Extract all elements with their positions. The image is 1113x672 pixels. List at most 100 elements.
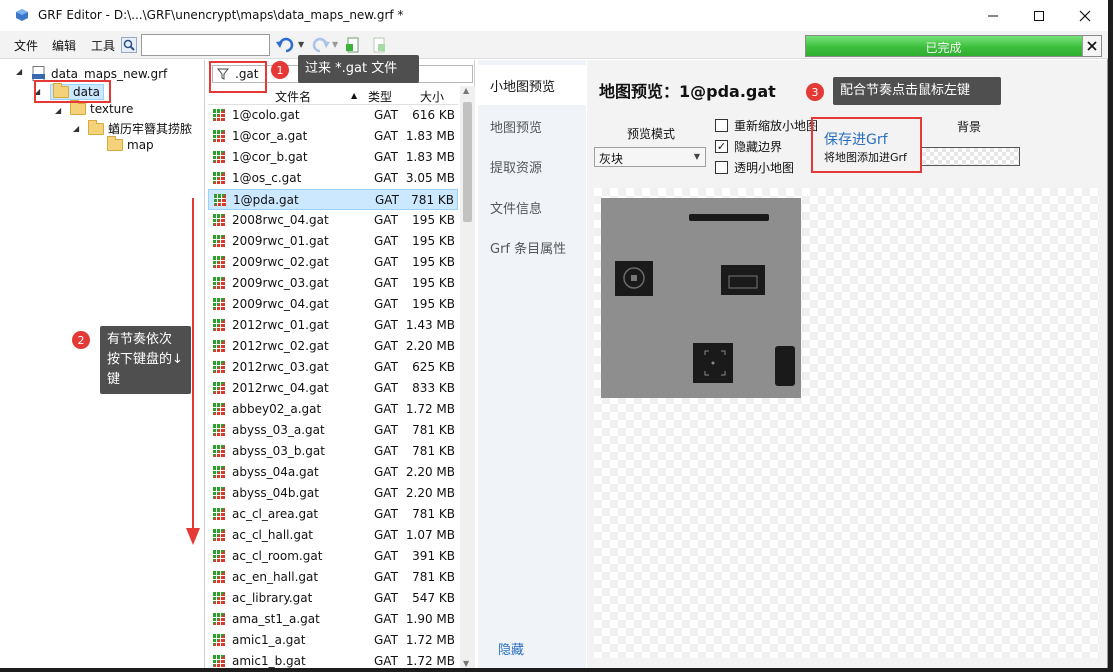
- file-type: GAT: [374, 318, 398, 332]
- annotation-callout-1: 过来 *.gat 文件: [298, 55, 419, 83]
- checkbox[interactable]: [715, 119, 728, 132]
- file-size: 195 KB: [412, 234, 455, 248]
- option-label: 透明小地图: [734, 161, 795, 175]
- undo-icon[interactable]: [276, 37, 296, 54]
- file-name: 1@pda.gat: [233, 193, 299, 207]
- file-row[interactable]: 1@colo.gat GAT 616 KB: [208, 105, 458, 126]
- file-row[interactable]: abyss_03_a.gat GAT 781 KB: [208, 420, 458, 441]
- maximize-button[interactable]: [1016, 0, 1062, 31]
- file-name: 2012rwc_02.gat: [232, 339, 329, 353]
- option-rescale-minimap[interactable]: 重新缩放小地图: [715, 117, 818, 134]
- file-row[interactable]: 2012rwc_04.gat GAT 833 KB: [208, 378, 458, 399]
- menu-edit[interactable]: 编辑: [52, 37, 76, 54]
- file-type: GAT: [374, 444, 398, 458]
- progress-close-button[interactable]: [1082, 36, 1101, 56]
- file-list-panel: .gat 文件名 ▲ 类型 大小 1@colo.gat GAT 616 KB 1@co…: [208, 60, 475, 668]
- menu-file[interactable]: 文件: [14, 37, 38, 54]
- file-row[interactable]: ac_cl_hall.gat GAT 1.07 MB: [208, 525, 458, 546]
- file-name: ama_st1_a.gat: [232, 612, 320, 626]
- file-row[interactable]: 2012rwc_03.gat GAT 625 KB: [208, 357, 458, 378]
- file-row[interactable]: amic1_a.gat GAT 1.72 MB: [208, 630, 458, 651]
- scrollbar-thumb[interactable]: [463, 102, 472, 222]
- file-type: GAT: [374, 381, 398, 395]
- collapse-icon[interactable]: ◢: [16, 67, 22, 76]
- close-button[interactable]: [1062, 0, 1108, 31]
- tab-grf-entry-properties[interactable]: Grf 条目属性: [478, 227, 586, 267]
- scroll-down-icon[interactable]: ▼: [463, 659, 469, 668]
- option-hide-border[interactable]: ✓ 隐藏边界: [715, 138, 782, 155]
- redo-icon[interactable]: [310, 37, 330, 54]
- folder-icon: [107, 136, 123, 151]
- collapse-icon[interactable]: ◢: [55, 106, 61, 115]
- undo-dropdown-icon[interactable]: ▼: [298, 40, 304, 49]
- file-row[interactable]: ac_cl_area.gat GAT 781 KB: [208, 504, 458, 525]
- file-type: GAT: [374, 276, 398, 290]
- tab-minimap-preview[interactable]: 小地图预览: [478, 65, 586, 105]
- column-name[interactable]: 文件名: [275, 88, 311, 105]
- annotation-badge-1: 1: [271, 61, 289, 79]
- file-row[interactable]: ac_en_hall.gat GAT 781 KB: [208, 567, 458, 588]
- title-bar: GRF Editor - D:\...\GRF\unencrypt\maps\d…: [0, 0, 1108, 31]
- search-icon[interactable]: [121, 37, 137, 53]
- file-type: GAT: [374, 465, 398, 479]
- minimize-button[interactable]: [970, 0, 1016, 31]
- add-file-icon[interactable]: [346, 37, 360, 54]
- tab-file-info[interactable]: 文件信息: [478, 187, 586, 227]
- checkbox[interactable]: [715, 161, 728, 174]
- file-row[interactable]: 2012rwc_02.gat GAT 2.20 MB: [208, 336, 458, 357]
- gat-file-icon: [213, 298, 225, 310]
- file-row[interactable]: 2009rwc_04.gat GAT 195 KB: [208, 294, 458, 315]
- gat-file-icon: [213, 382, 225, 394]
- menu-tools[interactable]: 工具: [91, 37, 115, 54]
- file-row[interactable]: 2009rwc_03.gat GAT 195 KB: [208, 273, 458, 294]
- gat-file-icon: [213, 340, 225, 352]
- collapse-icon[interactable]: ◢: [73, 124, 79, 133]
- file-row[interactable]: 2009rwc_01.gat GAT 195 KB: [208, 231, 458, 252]
- file-row[interactable]: 1@pda.gat GAT 781 KB: [208, 189, 458, 210]
- option-transparent-minimap[interactable]: 透明小地图: [715, 159, 794, 176]
- file-name: ac_en_hall.gat: [232, 570, 319, 584]
- gat-file-icon: [213, 214, 225, 226]
- file-row[interactable]: abyss_04a.gat GAT 2.20 MB: [208, 462, 458, 483]
- tree-item-folder[interactable]: 蝤历牢簪其捞脓: [88, 119, 192, 137]
- file-row[interactable]: 1@os_c.gat GAT 3.05 MB: [208, 168, 458, 189]
- file-row[interactable]: abyss_03_b.gat GAT 781 KB: [208, 441, 458, 462]
- scroll-up-icon[interactable]: ▲: [463, 86, 469, 95]
- file-name: abbey02_a.gat: [232, 402, 322, 416]
- file-type: GAT: [374, 255, 398, 269]
- file-row[interactable]: 1@cor_b.gat GAT 1.83 MB: [208, 147, 458, 168]
- preview-mode-select[interactable]: 灰块 ▼: [594, 147, 706, 167]
- file-row[interactable]: ac_library.gat GAT 547 KB: [208, 588, 458, 609]
- file-name: abyss_04a.gat: [232, 465, 319, 479]
- column-type[interactable]: 类型: [368, 88, 392, 105]
- file-row[interactable]: 2008rwc_04.gat GAT 195 KB: [208, 210, 458, 231]
- tab-extract-resources[interactable]: 提取资源: [478, 146, 586, 186]
- file-row[interactable]: ac_cl_room.gat GAT 391 KB: [208, 546, 458, 567]
- tab-map-preview[interactable]: 地图预览: [478, 106, 586, 146]
- checkbox-checked[interactable]: ✓: [715, 140, 728, 153]
- column-size[interactable]: 大小: [420, 88, 444, 105]
- redo-dropdown-icon[interactable]: ▼: [332, 40, 338, 49]
- tree-item-texture[interactable]: texture: [70, 100, 133, 116]
- gat-file-icon: [213, 319, 225, 331]
- background-color-picker[interactable]: [921, 147, 1020, 166]
- extract-file-icon[interactable]: [372, 37, 386, 54]
- file-row[interactable]: abyss_04b.gat GAT 2.20 MB: [208, 483, 458, 504]
- hide-panel-link[interactable]: 隐藏: [498, 639, 524, 658]
- file-name: 1@colo.gat: [232, 108, 300, 122]
- file-row[interactable]: amic1_b.gat GAT 1.72 MB: [208, 651, 458, 672]
- file-type: GAT: [374, 633, 398, 647]
- tree-item-map[interactable]: map: [107, 136, 154, 152]
- search-input[interactable]: [141, 34, 270, 56]
- file-name: abyss_03_a.gat: [232, 423, 325, 437]
- file-row[interactable]: abbey02_a.gat GAT 1.72 MB: [208, 399, 458, 420]
- grf-editor-icon: [16, 9, 28, 21]
- vertical-scrollbar[interactable]: ▲ ▼: [460, 86, 475, 668]
- file-row[interactable]: 2009rwc_02.gat GAT 195 KB: [208, 252, 458, 273]
- gat-file-icon: [213, 529, 225, 541]
- file-row[interactable]: 1@cor_a.gat GAT 1.83 MB: [208, 126, 458, 147]
- tree-root[interactable]: data_maps_new.grf: [32, 66, 167, 81]
- file-size: 781 KB: [412, 570, 455, 584]
- file-row[interactable]: 2012rwc_01.gat GAT 1.43 MB: [208, 315, 458, 336]
- file-row[interactable]: ama_st1_a.gat GAT 1.90 MB: [208, 609, 458, 630]
